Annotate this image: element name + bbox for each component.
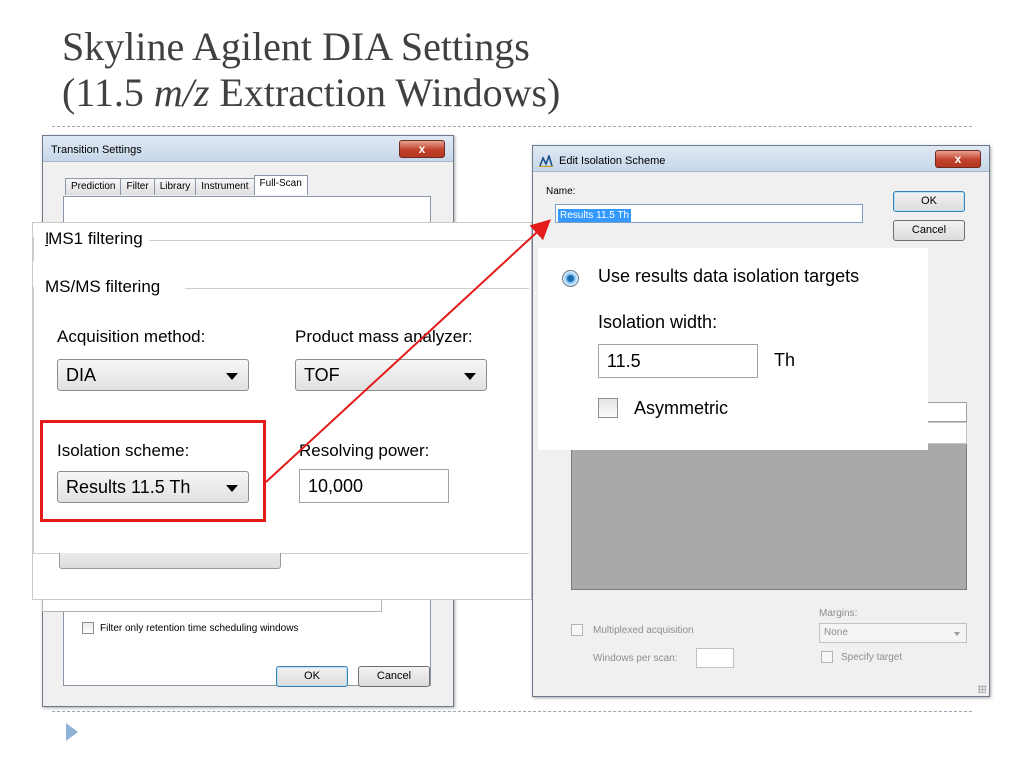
hidden-control-edge bbox=[59, 553, 281, 569]
title-line-2-post: Extraction Windows) bbox=[209, 70, 561, 115]
product-mass-analyzer-label: Product mass analyzer: bbox=[295, 327, 473, 346]
tab-instrument[interactable]: Instrument bbox=[195, 178, 255, 195]
margins-value: None bbox=[824, 627, 848, 638]
multiplexed-checkbox[interactable] bbox=[571, 624, 583, 636]
close-button[interactable]: x bbox=[935, 150, 981, 168]
resize-grip-icon[interactable] bbox=[978, 685, 986, 693]
groupbox-edge bbox=[185, 288, 529, 289]
resolving-power-input[interactable]: 10,000 bbox=[299, 469, 449, 503]
acquisition-method-value: DIA bbox=[66, 365, 97, 385]
slide-title: Skyline Agilent DIA Settings (11.5 m/z E… bbox=[62, 24, 962, 116]
groupbox-edge bbox=[33, 237, 34, 261]
isolation-width-label: Isolation width: bbox=[598, 312, 718, 332]
title-divider bbox=[52, 126, 972, 127]
acquisition-method-label: Acquisition method: bbox=[57, 327, 206, 346]
filter-rt-checkbox-row[interactable]: Filter only retention time scheduling wi… bbox=[82, 622, 298, 634]
specify-target-label: Specify target bbox=[841, 652, 903, 663]
acquisition-method-select[interactable]: DIA bbox=[57, 359, 249, 391]
chevron-down-icon bbox=[464, 373, 476, 380]
tab-prediction[interactable]: Prediction bbox=[65, 178, 122, 195]
name-input[interactable]: Results 11.5 Th bbox=[555, 204, 863, 223]
use-results-radio[interactable] bbox=[562, 270, 579, 287]
isolation-targets-zoom-panel: Use results data isolation targets Isola… bbox=[538, 248, 928, 450]
cancel-button[interactable]: Cancel bbox=[893, 220, 965, 241]
filter-rt-checkbox-label: Filter only retention time scheduling wi… bbox=[100, 622, 299, 634]
isolation-width-input[interactable]: 11.5 bbox=[598, 344, 758, 378]
filter-rt-checkbox[interactable] bbox=[82, 622, 94, 634]
name-input-value: Results 11.5 Th bbox=[558, 209, 632, 222]
groupbox-edge bbox=[149, 240, 529, 241]
tab-full-scan[interactable]: Full-Scan bbox=[253, 175, 308, 195]
product-mass-analyzer-value: TOF bbox=[304, 365, 340, 385]
product-mass-analyzer-select[interactable]: TOF bbox=[295, 359, 487, 391]
title-line-2-pre: (11.5 bbox=[62, 70, 154, 115]
title-line-2: (11.5 m/z Extraction Windows) bbox=[62, 70, 962, 116]
tab-strip: Prediction Filter Library Instrument Ful… bbox=[65, 175, 308, 195]
multiplexed-label: Multiplexed acquisition bbox=[593, 625, 694, 636]
groupbox-edge bbox=[33, 287, 34, 553]
close-button[interactable]: x bbox=[399, 140, 445, 158]
ok-button[interactable]: OK bbox=[276, 666, 348, 687]
msms-filtering-label: MS/MS filtering bbox=[45, 277, 161, 296]
cancel-button[interactable]: Cancel bbox=[358, 666, 430, 687]
tab-library[interactable]: Library bbox=[153, 178, 197, 195]
chevron-down-icon bbox=[954, 632, 960, 636]
name-label: Name: bbox=[546, 186, 576, 197]
margins-label: Margins: bbox=[819, 608, 858, 619]
full-scan-zoom-panel: MMS1 filtering MS/MS filtering Acquisiti… bbox=[32, 222, 532, 600]
isolation-width-unit: Th bbox=[774, 350, 796, 370]
use-results-label: Use results data isolation targets bbox=[598, 266, 860, 286]
isolation-scheme-highlight bbox=[40, 420, 266, 522]
margins-select[interactable]: None bbox=[819, 623, 967, 643]
dialog-title: Transition Settings bbox=[51, 144, 142, 156]
ok-button[interactable]: OK bbox=[893, 191, 965, 212]
resolving-power-label: Resolving power: bbox=[299, 441, 430, 460]
ms1-filtering-text: MS1 filtering bbox=[48, 229, 143, 248]
title-line-2-italic: m/z bbox=[153, 70, 210, 115]
asymmetric-label: Asymmetric bbox=[634, 398, 728, 418]
skyline-app-icon bbox=[539, 155, 553, 167]
close-icon: x bbox=[418, 142, 426, 156]
footer-divider bbox=[52, 711, 972, 712]
ms1-filtering-label: MMS1 filtering bbox=[45, 229, 143, 249]
dialog-title: Edit Isolation Scheme bbox=[559, 155, 666, 167]
title-line-1: Skyline Agilent DIA Settings bbox=[62, 24, 530, 69]
close-icon: x bbox=[954, 152, 962, 166]
windows-per-scan-label: Windows per scan: bbox=[593, 653, 678, 664]
specify-target-checkbox[interactable] bbox=[821, 651, 833, 663]
tab-filter[interactable]: Filter bbox=[120, 178, 155, 195]
windows-per-scan-input[interactable] bbox=[696, 648, 734, 668]
triangle-bullet-icon bbox=[66, 723, 78, 741]
asymmetric-checkbox[interactable] bbox=[598, 398, 618, 418]
chevron-down-icon bbox=[226, 373, 238, 380]
